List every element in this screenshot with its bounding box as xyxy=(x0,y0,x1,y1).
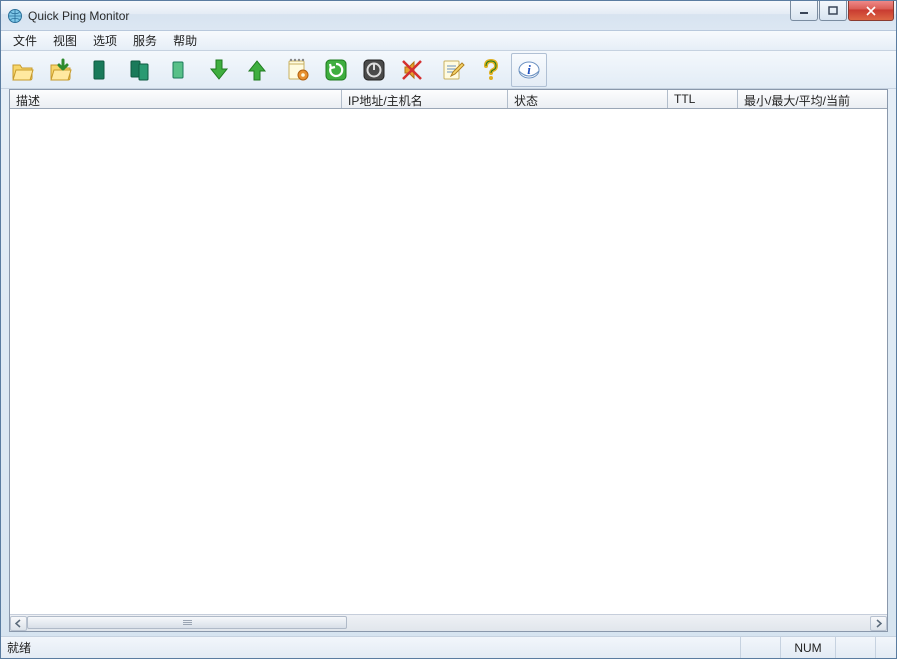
edit-note-icon xyxy=(440,57,466,83)
chevron-left-icon xyxy=(15,619,22,628)
single-item-icon xyxy=(168,58,188,82)
status-numlock: NUM xyxy=(781,637,836,658)
status-ready: 就绪 xyxy=(1,637,741,658)
menu-file[interactable]: 文件 xyxy=(5,30,45,51)
column-header-ip-host[interactable]: IP地址/主机名 xyxy=(342,90,508,108)
mute-icon xyxy=(399,57,425,83)
maximize-button[interactable] xyxy=(819,1,847,21)
copy-items-icon xyxy=(127,58,153,82)
column-header-description[interactable]: 描述 xyxy=(10,90,342,108)
app-window: Quick Ping Monitor 文件 视图 选项 服务 帮助 xyxy=(0,0,897,659)
scroll-left-button[interactable] xyxy=(10,616,27,631)
horizontal-scrollbar[interactable] xyxy=(10,614,887,631)
help-icon xyxy=(478,57,504,83)
window-controls xyxy=(789,1,894,21)
toolbar-refresh[interactable] xyxy=(318,53,354,87)
arrow-down-icon xyxy=(206,57,232,83)
save-folder-icon xyxy=(47,57,75,83)
svg-text:i: i xyxy=(527,62,531,77)
column-header-row: 描述 IP地址/主机名 状态 TTL 最小/最大/平均/当前 xyxy=(10,90,887,109)
window-title: Quick Ping Monitor xyxy=(28,9,789,23)
menu-service[interactable]: 服务 xyxy=(125,30,165,51)
minimize-icon xyxy=(799,6,809,16)
status-pane-1 xyxy=(741,637,781,658)
list-body[interactable] xyxy=(10,109,887,614)
menu-help[interactable]: 帮助 xyxy=(165,30,205,51)
app-icon xyxy=(7,8,23,24)
menu-bar: 文件 视图 选项 服务 帮助 xyxy=(1,31,896,51)
scroll-track[interactable] xyxy=(27,616,870,631)
close-icon xyxy=(865,6,877,16)
toolbar-help[interactable] xyxy=(473,53,509,87)
toolbar-mute[interactable] xyxy=(394,53,430,87)
menu-options[interactable]: 选项 xyxy=(85,30,125,51)
column-header-status[interactable]: 状态 xyxy=(508,90,668,108)
toolbar-new[interactable] xyxy=(81,53,117,87)
toolbar-open[interactable] xyxy=(5,53,41,87)
status-grip[interactable] xyxy=(876,637,896,658)
titlebar[interactable]: Quick Ping Monitor xyxy=(1,1,896,31)
toolbar-copies[interactable] xyxy=(122,53,158,87)
toolbar: i xyxy=(1,51,896,89)
status-bar: 就绪 NUM xyxy=(1,636,896,658)
scroll-thumb[interactable] xyxy=(27,616,347,629)
toolbar-stop[interactable] xyxy=(356,53,392,87)
status-pane-2 xyxy=(836,637,876,658)
info-icon: i xyxy=(516,57,542,83)
toolbar-up[interactable] xyxy=(239,53,275,87)
toolbar-notes[interactable] xyxy=(280,53,316,87)
toolbar-save[interactable] xyxy=(43,53,79,87)
close-button[interactable] xyxy=(848,1,894,21)
new-item-icon xyxy=(89,58,109,82)
toolbar-about[interactable]: i xyxy=(511,53,547,87)
column-header-stats[interactable]: 最小/最大/平均/当前 xyxy=(738,90,887,108)
stop-icon xyxy=(361,57,387,83)
scroll-right-button[interactable] xyxy=(870,616,887,631)
maximize-icon xyxy=(828,6,838,16)
list-view[interactable]: 描述 IP地址/主机名 状态 TTL 最小/最大/平均/当前 xyxy=(9,89,888,632)
menu-view[interactable]: 视图 xyxy=(45,30,85,51)
toolbar-down[interactable] xyxy=(201,53,237,87)
refresh-green-icon xyxy=(323,57,349,83)
open-folder-icon xyxy=(9,57,37,83)
notes-gear-icon xyxy=(285,57,311,83)
arrow-up-icon xyxy=(244,57,270,83)
toolbar-single[interactable] xyxy=(160,53,196,87)
minimize-button[interactable] xyxy=(790,1,818,21)
toolbar-edit[interactable] xyxy=(435,53,471,87)
column-header-ttl[interactable]: TTL xyxy=(668,90,738,108)
chevron-right-icon xyxy=(875,619,882,628)
